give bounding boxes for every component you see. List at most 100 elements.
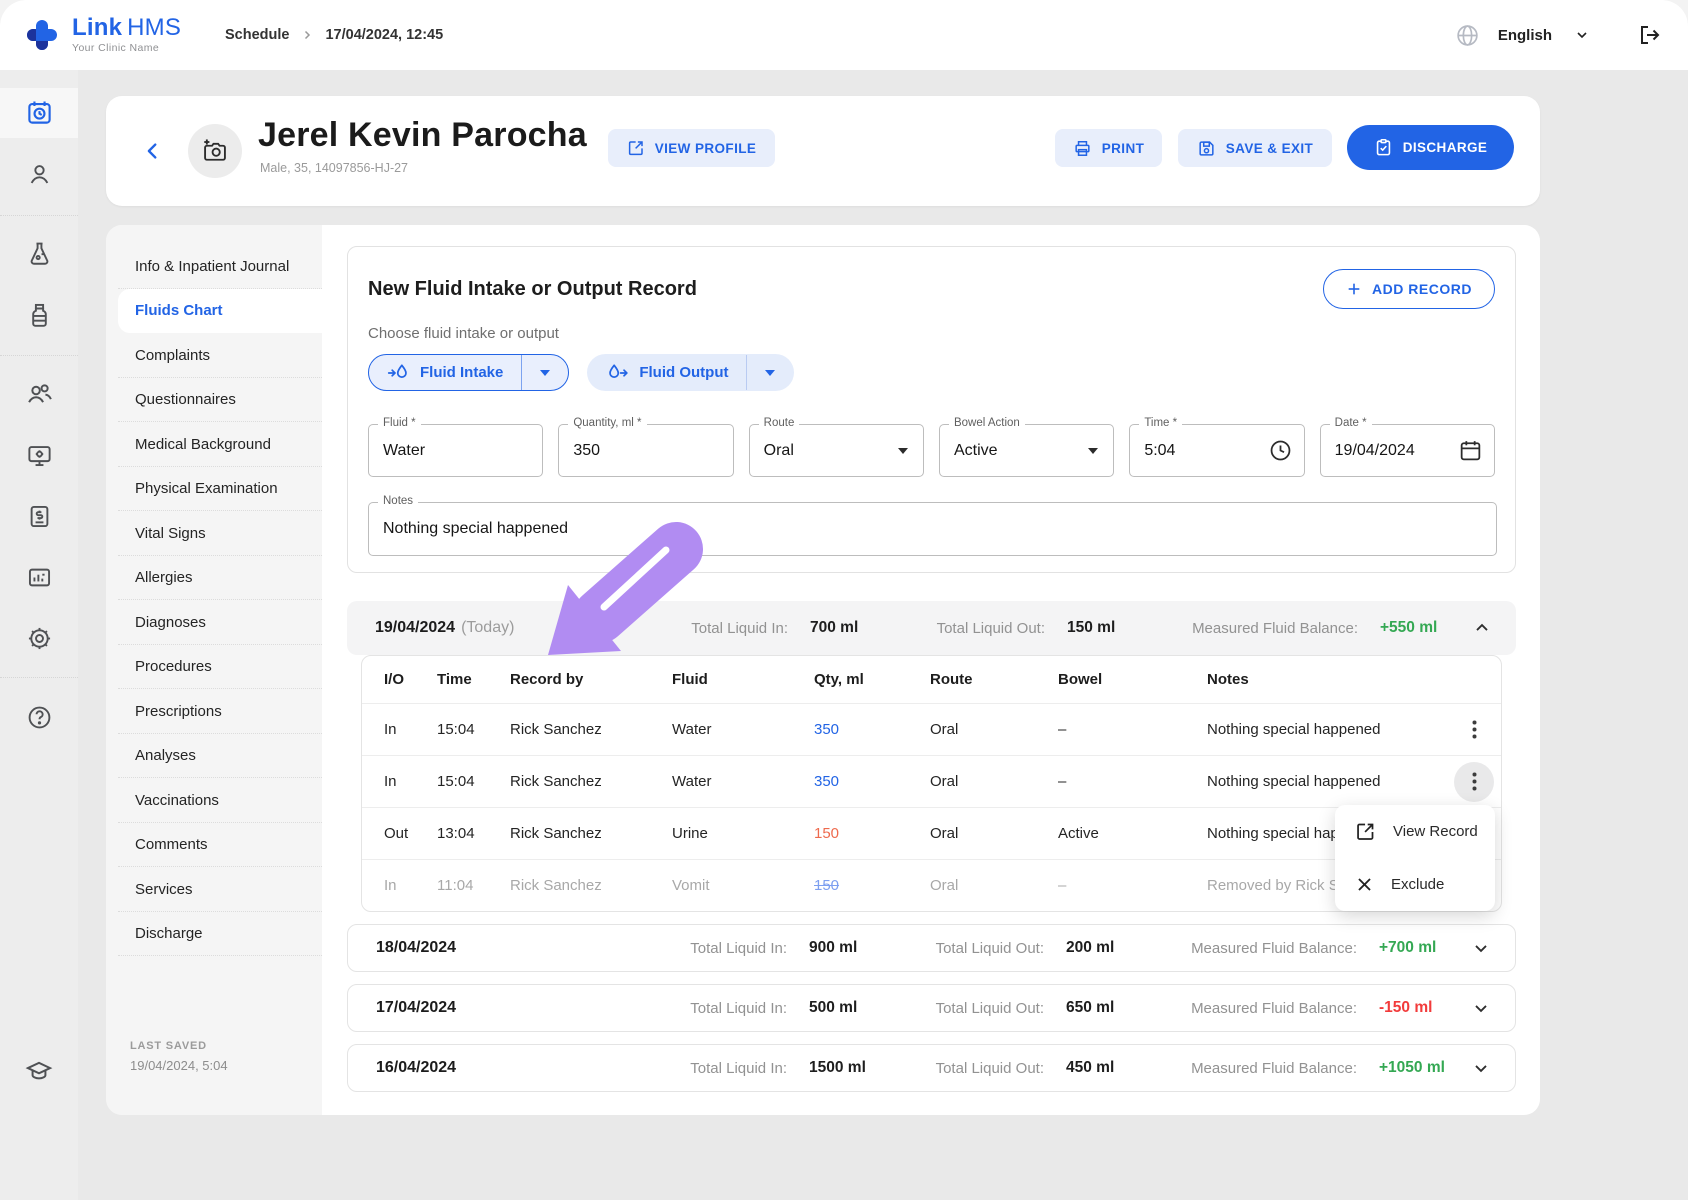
chevron-up-icon[interactable] [1472, 618, 1492, 638]
col-notes: Notes [1207, 671, 1447, 688]
save-icon [1197, 139, 1216, 158]
nav-item-physical-examination[interactable]: Physical Examination [106, 467, 322, 512]
external-link-icon [1355, 821, 1376, 842]
discharge-label: DISCHARGE [1403, 140, 1488, 155]
caret-down-icon [1088, 448, 1098, 454]
schedule-icon[interactable] [0, 87, 78, 137]
nav-item-medical-background[interactable]: Medical Background [106, 422, 322, 467]
nav-item-info-inpatient-journal[interactable]: Info & Inpatient Journal [106, 244, 322, 289]
field-value: Active [954, 425, 998, 476]
view-profile-button[interactable]: VIEW PROFILE [608, 129, 775, 167]
fluid-intake-toggle[interactable]: Fluid Intake [368, 354, 569, 391]
reports-icon[interactable] [0, 552, 78, 602]
total-out-value: 150 ml [1067, 619, 1140, 637]
nav-item-complaints[interactable]: Complaints [106, 333, 322, 378]
nav-item-allergies[interactable]: Allergies [106, 556, 322, 601]
col-time: Time [437, 671, 510, 688]
chevron-down-icon[interactable] [1574, 27, 1590, 43]
staff-icon[interactable] [0, 369, 78, 419]
nav-item-services[interactable]: Services [106, 867, 322, 912]
pharmacy-icon[interactable] [0, 290, 78, 340]
billing-icon[interactable] [0, 491, 78, 541]
rail-divider [0, 215, 78, 216]
fluid-output-dropdown[interactable] [747, 355, 793, 390]
lab-icon[interactable] [0, 228, 78, 278]
patient-avatar[interactable] [188, 124, 242, 178]
fluid-field[interactable]: Fluid * Water [368, 424, 543, 477]
fluid-output-toggle[interactable]: Fluid Output [587, 354, 794, 391]
day-group-header-16-04[interactable]: 16/04/2024 Total Liquid In: 1500 ml Tota… [347, 1044, 1516, 1092]
app-logo[interactable]: LinkHMS Your Clinic Name [22, 15, 181, 55]
row-menu-icon-active[interactable] [1447, 762, 1501, 802]
day-group-header-18-04[interactable]: 18/04/2024 Total Liquid In: 900 ml Total… [347, 924, 1516, 972]
day-today-suffix: (Today) [461, 619, 514, 637]
breadcrumb-schedule[interactable]: Schedule [225, 27, 289, 43]
fluid-intake-dropdown[interactable] [522, 355, 568, 390]
logo-suffix: HMS [127, 14, 181, 41]
nav-item-prescriptions[interactable]: Prescriptions [106, 689, 322, 734]
date-field[interactable]: Date * 19/04/2024 [1320, 424, 1495, 477]
external-link-icon [627, 139, 645, 157]
nav-item-questionnaires[interactable]: Questionnaires [106, 378, 322, 423]
breadcrumb-current: 17/04/2024, 12:45 [325, 27, 443, 43]
nav-item-label: Medical Background [135, 436, 271, 453]
nav-item-label: Diagnoses [135, 614, 206, 631]
row-menu-icon[interactable] [1447, 720, 1501, 739]
nav-item-discharge[interactable]: Discharge [106, 912, 322, 957]
nav-item-fluids-chart[interactable]: Fluids Chart [118, 289, 322, 334]
nav-item-comments[interactable]: Comments [106, 823, 322, 868]
chevron-down-icon[interactable] [1471, 998, 1491, 1018]
day-date: 19/04/2024 [375, 619, 455, 637]
workstation-icon[interactable] [0, 430, 78, 480]
help-icon[interactable] [0, 692, 78, 742]
patients-icon[interactable] [0, 149, 78, 199]
view-record-menu-item[interactable]: View Record [1335, 805, 1495, 858]
print-button[interactable]: PRINT [1055, 129, 1162, 167]
time-field[interactable]: Time * 5:04 [1129, 424, 1304, 477]
save-exit-label: SAVE & EXIT [1226, 141, 1313, 156]
route-select[interactable]: Route Oral [749, 424, 924, 477]
clock-icon[interactable] [1268, 438, 1293, 463]
caret-down-icon [898, 448, 908, 454]
notes-field[interactable]: Notes Nothing special happened [368, 502, 1497, 556]
chevron-down-icon[interactable] [1471, 938, 1491, 958]
education-icon[interactable] [0, 1046, 78, 1096]
day-group-header-17-04[interactable]: 17/04/2024 Total Liquid In: 500 ml Total… [347, 984, 1516, 1032]
field-value: Water [383, 425, 425, 476]
nav-item-procedures[interactable]: Procedures [106, 645, 322, 690]
calendar-icon[interactable] [1458, 438, 1483, 463]
nav-item-analyses[interactable]: Analyses [106, 734, 322, 779]
col-route: Route [930, 671, 1058, 688]
day-date: 18/04/2024 [376, 939, 456, 957]
nav-item-label: Vital Signs [135, 525, 206, 542]
exclude-menu-item[interactable]: Exclude [1335, 858, 1495, 911]
nav-item-label: Allergies [135, 569, 193, 586]
nav-item-label: Physical Examination [135, 480, 278, 497]
col-io: I/O [384, 671, 437, 688]
discharge-button[interactable]: DISCHARGE [1347, 125, 1514, 170]
patient-header-card: Jerel Kevin Parocha Male, 35, 14097856-H… [106, 96, 1540, 206]
total-in-label: Total Liquid In: [680, 620, 788, 637]
quantity-field[interactable]: Quantity, ml * 350 [558, 424, 733, 477]
back-icon[interactable] [142, 140, 164, 162]
view-profile-label: VIEW PROFILE [655, 141, 757, 156]
logout-icon[interactable] [1638, 23, 1662, 47]
app-window: LinkHMS Your Clinic Name Schedule 17/04/… [0, 0, 1688, 1200]
content-card: Info & Inpatient Journal Fluids Chart Co… [106, 225, 1540, 1115]
chevron-right-icon [301, 29, 313, 41]
day-group-header-19-04[interactable]: 19/04/2024 (Today) Total Liquid In: 700 … [347, 601, 1516, 655]
chevron-down-icon[interactable] [1471, 1058, 1491, 1078]
save-exit-button[interactable]: SAVE & EXIT [1178, 129, 1332, 167]
add-photo-icon [201, 137, 229, 165]
nav-item-vital-signs[interactable]: Vital Signs [106, 511, 322, 556]
nav-item-diagnoses[interactable]: Diagnoses [106, 600, 322, 645]
bowel-action-select[interactable]: Bowel Action Active [939, 424, 1114, 477]
language-selector[interactable]: English [1498, 27, 1552, 44]
col-fluid: Fluid [672, 671, 814, 688]
table-row: In 15:04 Rick Sanchez Water 350 Oral – N… [362, 755, 1501, 807]
nav-item-vaccinations[interactable]: Vaccinations [106, 778, 322, 823]
last-saved: LAST SAVED 19/04/2024, 5:04 [130, 1040, 228, 1073]
settings-icon[interactable] [0, 613, 78, 663]
nav-item-label: Procedures [135, 658, 212, 675]
add-record-button[interactable]: ADD RECORD [1323, 269, 1495, 309]
